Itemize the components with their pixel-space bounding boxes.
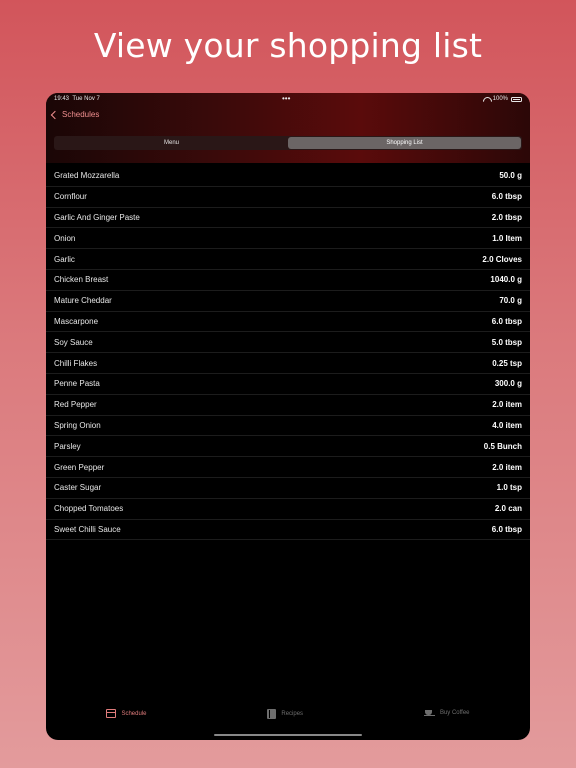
back-button[interactable]: Schedules xyxy=(50,110,100,119)
item-quantity: 5.0 tbsp xyxy=(491,337,522,347)
item-quantity: 70.0 g xyxy=(499,296,522,306)
segment-menu[interactable]: Menu xyxy=(55,137,288,149)
item-quantity: 50.0 g xyxy=(499,171,522,181)
coffee-cup-icon xyxy=(423,709,435,717)
list-item[interactable]: Penne Pasta 300.0 g xyxy=(46,374,530,395)
navigation-header: 19:43 Tue Nov 7 ••• 100% Schedules Menu … xyxy=(46,93,530,163)
segmented-control: Menu Shopping List xyxy=(54,136,522,150)
home-indicator[interactable] xyxy=(214,733,362,736)
list-item[interactable]: Soy Sauce 5.0 tbsp xyxy=(46,332,530,354)
list-item[interactable]: Mascarpone 6.0 tbsp xyxy=(46,312,530,333)
tab-schedule-label: Schedule xyxy=(121,710,147,717)
item-quantity: 4.0 item xyxy=(492,420,522,430)
item-name: Cornflour xyxy=(54,192,87,202)
item-name: Caster Sugar xyxy=(54,483,102,493)
list-item[interactable]: Green Pepper 2.0 item xyxy=(46,457,530,478)
item-quantity: 0.25 tsp xyxy=(492,358,522,368)
item-name: Sweet Chilli Sauce xyxy=(54,524,121,534)
wifi-icon xyxy=(483,97,490,102)
item-name: Spring Onion xyxy=(54,420,101,430)
list-item[interactable]: Sweet Chilli Sauce 6.0 tbsp xyxy=(46,520,530,541)
list-item[interactable]: Mature Cheddar 70.0 g xyxy=(46,291,530,312)
list-item[interactable]: Cornflour 6.0 tbsp xyxy=(46,187,530,208)
status-indicators: 100% xyxy=(483,96,522,102)
book-icon xyxy=(267,709,277,719)
item-name: Grated Mozzarella xyxy=(54,171,120,181)
item-name: Soy Sauce xyxy=(54,337,93,347)
item-name: Garlic xyxy=(54,254,75,264)
item-quantity: 1.0 tsp xyxy=(496,483,522,493)
item-name: Mascarpone xyxy=(54,316,99,326)
item-quantity: 2.0 item xyxy=(492,400,522,410)
list-item[interactable]: Parsley 0.5 Bunch xyxy=(46,436,530,458)
item-quantity: 300.0 g xyxy=(494,379,522,389)
list-item[interactable]: Chopped Tomatoes 2.0 can xyxy=(46,499,530,520)
list-item[interactable]: Chilli Flakes 0.25 tsp xyxy=(46,353,530,374)
tab-schedule[interactable]: Schedule xyxy=(106,709,146,718)
item-quantity: 1.0 Item xyxy=(492,233,522,243)
item-name: Garlic And Ginger Paste xyxy=(54,212,140,222)
multitasking-dots-icon[interactable]: ••• xyxy=(282,94,290,103)
segment-shopping-list[interactable]: Shopping List xyxy=(288,137,521,149)
list-item[interactable]: Onion 1.0 Item xyxy=(46,228,530,250)
item-name: Green Pepper xyxy=(54,462,105,472)
back-label: Schedules xyxy=(62,110,100,119)
item-quantity: 1040.0 g xyxy=(490,275,522,285)
list-item[interactable]: Garlic And Ginger Paste 2.0 tbsp xyxy=(46,208,530,229)
list-item[interactable]: Grated Mozzarella 50.0 g xyxy=(46,166,530,187)
item-quantity: 2.0 tbsp xyxy=(491,212,522,222)
chevron-left-icon xyxy=(50,110,60,119)
item-quantity: 2.0 can xyxy=(494,504,522,514)
item-name: Red Pepper xyxy=(54,400,97,410)
tab-buy-coffee-label: Buy Coffee xyxy=(439,710,470,716)
ipad-screen: 19:43 Tue Nov 7 ••• 100% Schedules Menu … xyxy=(46,93,530,740)
item-name: Penne Pasta xyxy=(54,379,100,389)
list-item[interactable]: Red Pepper 2.0 item xyxy=(46,395,530,416)
list-item[interactable]: Garlic 2.0 Cloves xyxy=(46,249,530,270)
tab-recipes[interactable]: Recipes xyxy=(267,709,303,719)
list-item[interactable]: Spring Onion 4.0 item xyxy=(46,416,530,437)
calendar-icon xyxy=(106,709,117,718)
item-quantity: 0.5 Bunch xyxy=(483,441,522,451)
status-bar: 19:43 Tue Nov 7 ••• 100% xyxy=(46,93,530,106)
item-quantity: 2.0 Cloves xyxy=(482,254,522,264)
shopping-list: Grated Mozzarella 50.0 g Cornflour 6.0 tbs… xyxy=(46,166,530,541)
item-name: Onion xyxy=(54,233,76,243)
item-name: Chopped Tomatoes xyxy=(54,504,124,514)
item-quantity: 6.0 tbsp xyxy=(491,316,522,326)
item-quantity: 6.0 tbsp xyxy=(491,192,522,202)
item-quantity: 2.0 item xyxy=(492,462,522,472)
item-quantity: 6.0 tbsp xyxy=(491,524,522,534)
item-name: Mature Cheddar xyxy=(54,296,112,306)
item-name: Chicken Breast xyxy=(54,275,109,285)
marketing-headline: View your shopping list xyxy=(93,26,483,65)
status-time: 19:43 Tue Nov 7 xyxy=(54,96,100,102)
item-name: Parsley xyxy=(54,441,81,451)
tab-buy-coffee[interactable]: Buy Coffee xyxy=(423,709,470,717)
battery-percent: 100% xyxy=(492,96,508,102)
item-name: Chilli Flakes xyxy=(54,358,98,368)
list-item[interactable]: Chicken Breast 1040.0 g xyxy=(46,270,530,291)
tab-recipes-label: Recipes xyxy=(281,711,304,717)
list-item[interactable]: Caster Sugar 1.0 tsp xyxy=(46,478,530,499)
battery-icon xyxy=(511,96,522,102)
